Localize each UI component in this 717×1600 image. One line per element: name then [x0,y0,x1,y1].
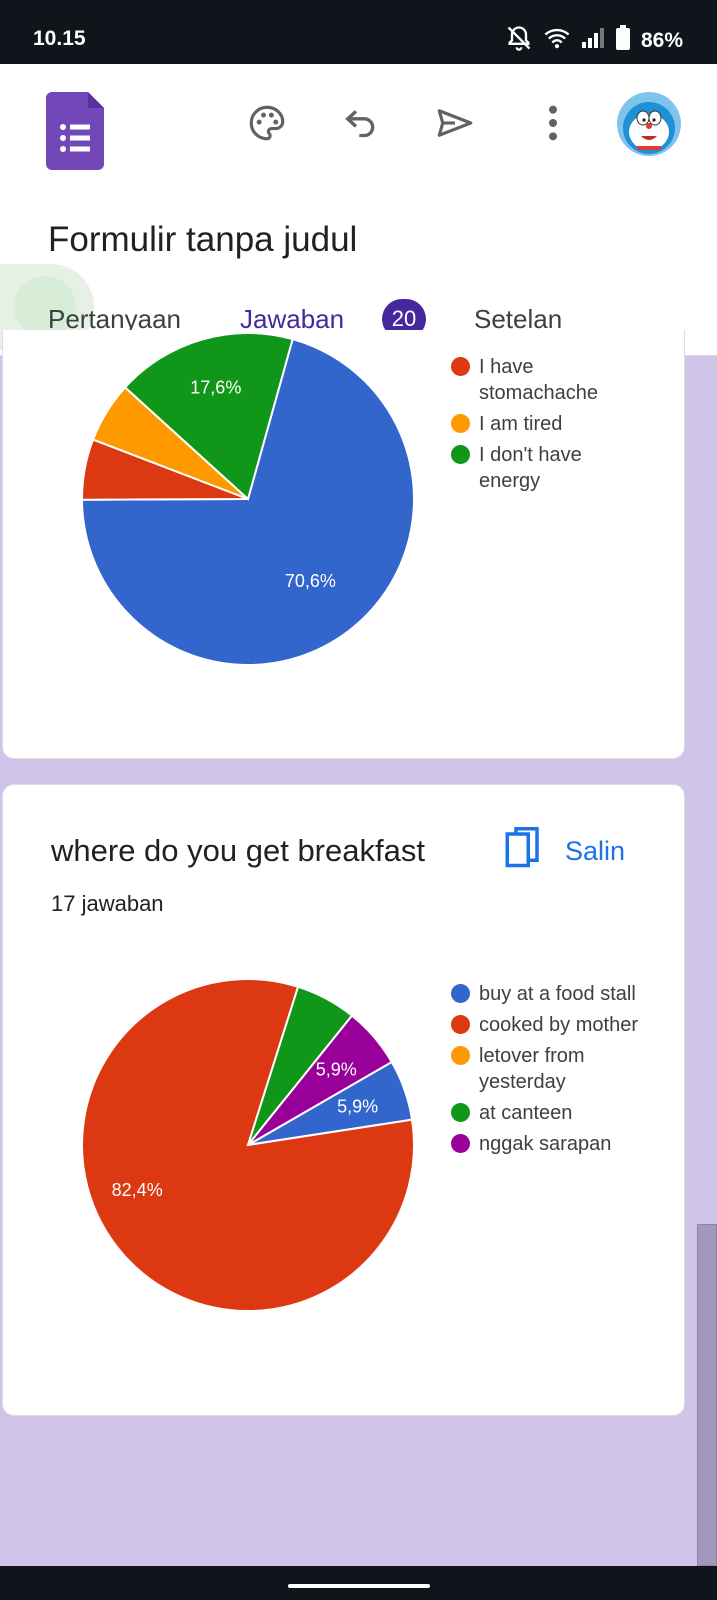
pie-data-label: 17,6% [190,377,241,397]
copy-label: Salin [565,836,626,866]
question-title: where do you get breakfast [51,833,425,868]
question-card: 70,6% 17,6% I have stomachache I am tired I… [2,330,685,759]
notifications-off-icon [505,24,533,57]
legend-swatch [451,414,470,433]
home-gesture-handle[interactable] [288,1584,430,1588]
legend-swatch [451,1103,470,1122]
legend-swatch [451,984,470,1003]
legend-item: I don't have energy [451,442,621,494]
battery-level: 86% [640,28,683,52]
response-count: 17 jawaban [51,891,164,916]
pie-data-label: 5,9% [337,1096,378,1116]
send-icon[interactable] [430,98,480,148]
legend-label: letover from yesterday [479,1045,585,1093]
status-bar: 10.15 86% [0,0,717,64]
palette-icon[interactable] [242,98,292,148]
legend-label: I don't have energy [479,444,582,492]
legend-item: I have stomachache [451,354,621,406]
legend-item: nggak sarapan [451,1131,651,1157]
wifi-icon [543,26,571,55]
legend-label: nggak sarapan [479,1133,612,1155]
navigation-bar [0,1566,717,1600]
scrollbar-thumb[interactable] [697,1224,717,1566]
legend-swatch [451,1015,470,1034]
pie-chart: 5,9% 82,4% 5,9% [81,978,415,1312]
legend-item: cooked by mother [451,1012,651,1038]
legend-item: letover from yesterday [451,1043,651,1095]
legend-label: I am tired [479,413,563,435]
question-card: where do you get breakfast Salin 17 jawa… [2,784,685,1416]
google-forms-icon [46,92,104,175]
status-icons: 86% [505,24,683,57]
undo-icon[interactable] [336,98,386,148]
form-title: Formulir tanpa judul [48,220,358,259]
legend-label: at canteen [479,1102,573,1124]
legend-swatch [451,1134,470,1153]
legend-item: buy at a food stall [451,981,651,1007]
legend-swatch [451,1046,470,1065]
account-avatar[interactable] [617,92,681,156]
legend-item: I am tired [451,411,621,437]
battery-icon [615,25,631,56]
legend-label: buy at a food stall [479,983,636,1005]
more-vert-icon[interactable] [528,98,578,148]
legend-label: I have stomachache [479,356,598,404]
pie-chart: 70,6% 17,6% [80,332,415,666]
legend-label: cooked by mother [479,1014,638,1036]
copy-chart-button[interactable]: Salin [505,827,625,876]
legend-swatch [451,357,470,376]
pie-data-label: 5,9% [316,1059,357,1079]
pie-data-label: 82,4% [112,1180,163,1200]
status-time: 10.15 [33,27,86,50]
chart-legend: buy at a food stall cooked by mother letov… [451,981,651,1162]
pie-data-label: 70,6% [285,571,336,591]
copy-icon [505,827,541,876]
legend-swatch [451,445,470,464]
legend-item: at canteen [451,1100,651,1126]
signal-icon [581,27,605,54]
chart-legend: I have stomachache I am tired I don't have… [451,354,621,499]
